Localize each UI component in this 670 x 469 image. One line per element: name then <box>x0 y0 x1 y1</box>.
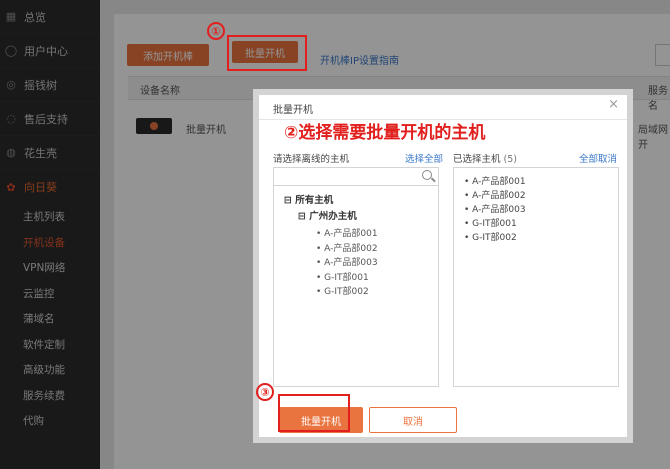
selected-host-item[interactable]: • A-产品部001 <box>464 174 526 188</box>
tree-host-label: G-IT部001 <box>324 272 369 283</box>
deselect-all-link[interactable]: 全部取消 <box>579 151 617 165</box>
tree-host-item[interactable]: • G-IT部002 <box>316 284 369 297</box>
dialog-title: 批量开机 <box>273 105 313 116</box>
selected-host-label: G-IT部002 <box>472 233 517 243</box>
bullet-icon: • <box>316 258 325 268</box>
bullet-icon: • <box>464 233 473 243</box>
tree-host-label: G-IT部002 <box>324 287 369 297</box>
selected-label-text: 已选择主机 <box>453 154 501 165</box>
host-tree-box: ⊟ 所有主机 ⊟ 广州办主机 • A-产品部001 • A-产品部002 • A-产… <box>273 167 439 387</box>
step1-highlight <box>227 35 307 71</box>
bullet-icon: • <box>464 191 473 201</box>
tree-host-item[interactable]: • A-产品部001 <box>316 226 378 239</box>
bullet-icon: • <box>316 229 325 239</box>
selected-hosts-list: • A-产品部001 • A-产品部002 • A-产品部003 • G-IT部001… <box>464 174 526 244</box>
bullet-icon: • <box>316 272 325 283</box>
select-all-link[interactable]: 选择全部 <box>405 151 443 165</box>
tree-host-item[interactable]: • A-产品部003 <box>316 255 378 268</box>
selected-host-label: G-IT部001 <box>472 219 517 229</box>
bullet-icon: • <box>464 205 473 215</box>
tree-group-label: 广州办主机 <box>309 211 357 222</box>
bullet-icon: • <box>464 219 473 229</box>
tree-root[interactable]: ⊟ 所有主机 <box>284 192 333 206</box>
tree-host-label: A-产品部002 <box>324 243 378 254</box>
step3-highlight <box>278 394 350 432</box>
selected-count: (5) <box>503 154 518 165</box>
tree-host-item[interactable]: • A-产品部002 <box>316 241 378 254</box>
search-icon[interactable] <box>422 170 432 180</box>
bullet-icon: • <box>316 287 325 297</box>
selected-host-item[interactable]: • G-IT部001 <box>464 216 526 230</box>
selected-host-item[interactable]: • A-产品部002 <box>464 188 526 202</box>
selected-hosts-box: • A-产品部001 • A-产品部002 • A-产品部003 • G-IT部001… <box>453 167 619 387</box>
offline-hosts-label: 请选择离线的主机 <box>273 154 350 165</box>
cancel-button[interactable]: 取消 <box>369 407 457 433</box>
selected-host-item[interactable]: • A-产品部003 <box>464 202 526 216</box>
tree-group[interactable]: ⊟ 广州办主机 <box>298 208 357 222</box>
close-icon[interactable]: × <box>608 97 619 112</box>
host-search-input[interactable] <box>274 168 438 186</box>
step2-annotation: ②选择需要批量开机的主机 <box>284 123 486 143</box>
step3-marker: ③ <box>256 383 274 401</box>
tree-host-item[interactable]: • G-IT部001 <box>316 270 369 283</box>
bullet-icon: • <box>464 177 473 187</box>
selected-host-label: A-产品部001 <box>472 177 526 187</box>
selected-host-label: A-产品部003 <box>472 205 526 215</box>
selected-host-item[interactable]: • G-IT部002 <box>464 230 526 244</box>
selected-host-label: A-产品部002 <box>472 191 526 201</box>
bullet-icon: • <box>316 243 325 254</box>
tree-host-label: A-产品部001 <box>324 229 378 239</box>
tree-host-label: A-产品部003 <box>324 258 378 268</box>
step1-marker: ① <box>207 22 225 40</box>
tree-root-label: 所有主机 <box>295 195 334 206</box>
selected-hosts-label: 已选择主机 (5) <box>453 151 517 165</box>
